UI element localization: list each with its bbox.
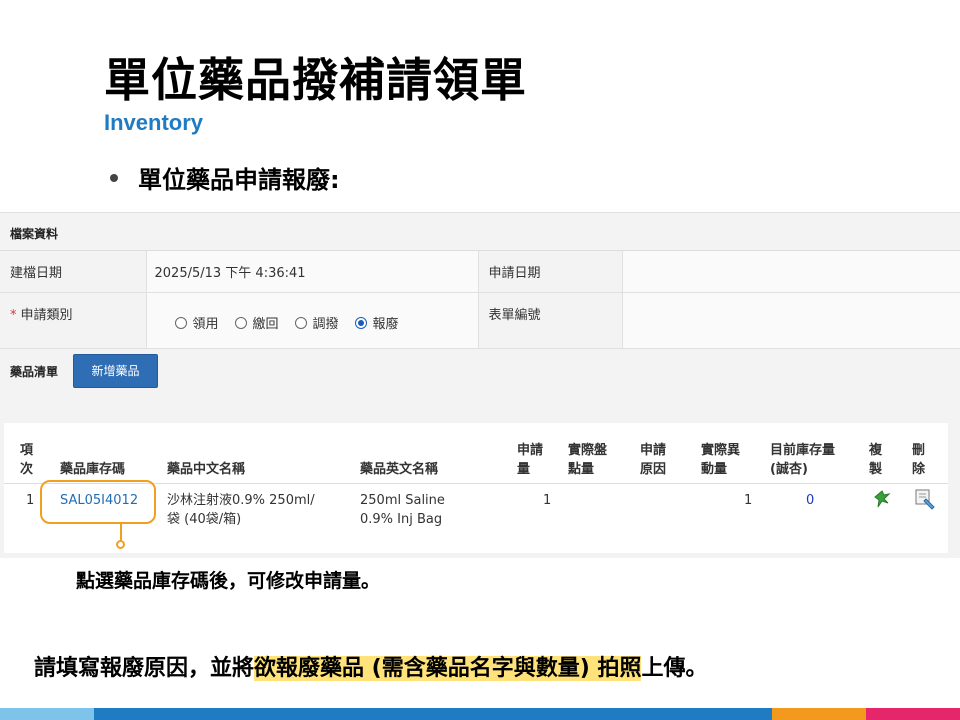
header-copy: 複製 xyxy=(869,443,883,477)
radio-option-return[interactable]: 繳回 xyxy=(234,313,279,332)
form-no-label: 表單編號 xyxy=(477,292,622,349)
footer-bar-blue xyxy=(94,708,772,720)
radio-option-collect[interactable]: 領用 xyxy=(174,313,219,332)
header-actual-change: 實際異 動量 xyxy=(701,443,741,477)
category-options: 領用 繳回 調撥 報廢 xyxy=(145,292,478,349)
radio-icon[interactable] xyxy=(234,316,247,329)
form-table: 建檔日期 2025/5/13 下午 4:36:41 申請日期 * 申請類別 領用 … xyxy=(0,251,960,349)
header-req-qty: 申請量 xyxy=(517,443,544,477)
footer-bar-orange xyxy=(772,708,866,720)
form-no-value xyxy=(621,292,960,349)
footer-bar-light-blue xyxy=(0,708,94,720)
section-header-file-data: 檔案資料 xyxy=(0,213,960,251)
add-drug-button[interactable]: 新增藥品 xyxy=(73,354,158,388)
row-no: 1 xyxy=(26,493,35,508)
code-highlight-box xyxy=(40,480,156,524)
delete-icon[interactable] xyxy=(914,487,938,511)
actual-change-value: 1 xyxy=(744,493,753,508)
header-name-zh: 藥品中文名稱 xyxy=(167,462,246,477)
req-qty-value[interactable]: 1 xyxy=(543,491,551,510)
apply-date-label: 申請日期 xyxy=(477,251,622,293)
slide-subtitle: Inventory xyxy=(104,110,204,135)
radio-icon[interactable] xyxy=(294,316,307,329)
header-reason: 申請 原因 xyxy=(640,443,667,477)
header-name-en: 藥品英文名稱 xyxy=(360,462,439,477)
callout-dot-icon xyxy=(116,540,125,549)
category-label: 申請類別 xyxy=(20,308,73,323)
drug-name-en: 250ml Saline 0.9% Inj Bag xyxy=(360,493,445,527)
required-marker: * xyxy=(10,308,17,323)
instruction-text: 請填寫報廢原因，並將欲報廢藥品 (需含藥品名字與數量) 拍照上傳。 xyxy=(34,656,708,681)
instruction-highlight: 欲報廢藥品 (需含藥品名字與數量) 拍照 xyxy=(254,656,642,681)
header-actual-count: 實際盤 點量 xyxy=(568,443,608,477)
stock-value: 0 xyxy=(806,493,815,508)
header-delete: 刪除 xyxy=(912,443,926,477)
annotation-text: 點選藥品庫存碼後，可修改申請量。 xyxy=(76,570,381,592)
radio-icon[interactable] xyxy=(174,316,187,329)
category-label-cell: * 申請類別 xyxy=(0,292,146,349)
radio-option-scrap[interactable]: 報廢 xyxy=(354,313,399,332)
drug-name-zh: 沙林注射液0.9% 250ml/袋 (40袋/箱) xyxy=(167,493,315,527)
slide-title: 單位藥品撥補請領單 xyxy=(104,53,527,107)
drug-list-label: 藥品清單 xyxy=(10,365,59,379)
radio-checked-icon[interactable] xyxy=(354,316,367,329)
created-date-label: 建檔日期 xyxy=(0,251,146,293)
header-item-no: 項次 xyxy=(20,443,34,477)
footer-bar-pink xyxy=(866,708,960,720)
radio-option-transfer[interactable]: 調撥 xyxy=(294,313,339,332)
copy-icon[interactable] xyxy=(872,489,892,509)
bullet-dot-icon xyxy=(110,173,118,182)
header-stock: 目前庫存量 (誠杏) xyxy=(770,443,836,477)
header-code: 藥品庫存碼 xyxy=(60,462,126,477)
apply-date-value[interactable] xyxy=(621,251,960,293)
bullet-point: 單位藥品申請報廢: xyxy=(110,160,340,195)
created-date-value: 2025/5/13 下午 4:36:41 xyxy=(145,251,478,293)
bullet-text: 單位藥品申請報廢: xyxy=(138,166,340,194)
